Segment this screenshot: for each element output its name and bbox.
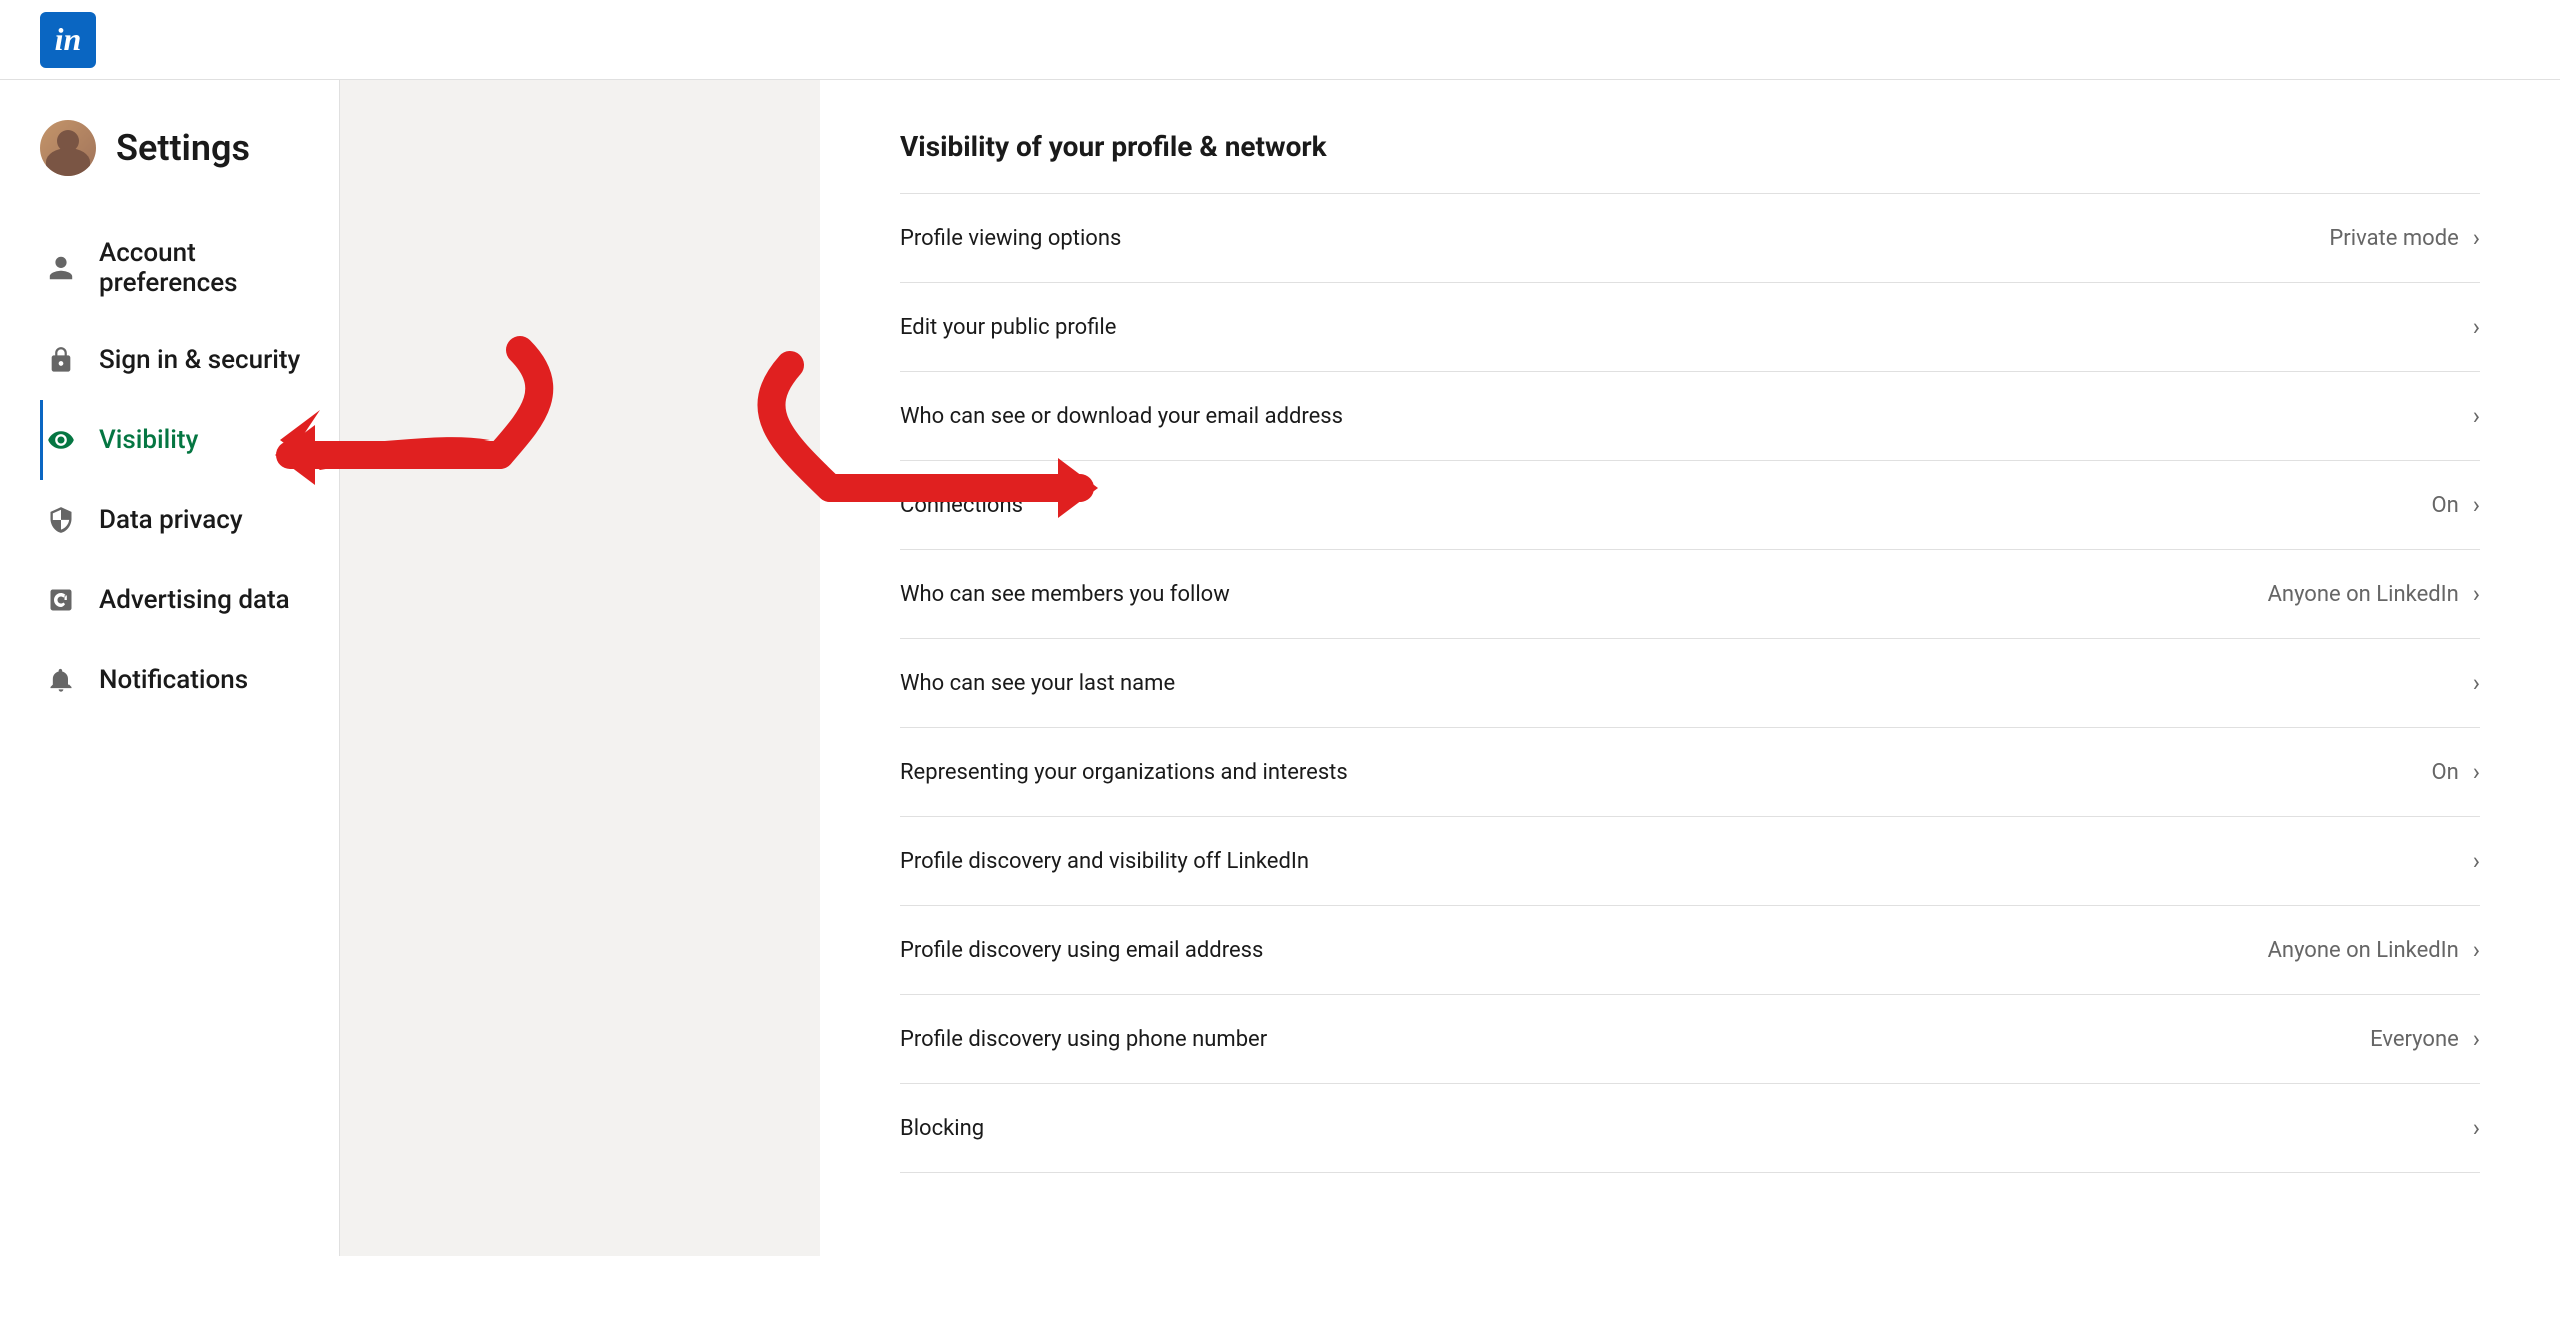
list-item-last-name[interactable]: Who can see your last name › [900, 639, 2480, 728]
item-right: › [2473, 402, 2480, 430]
item-value: On [2431, 493, 2458, 518]
list-item-connections[interactable]: Connections On › [900, 461, 2480, 550]
item-label-container: Profile viewing options [900, 226, 1121, 251]
list-item-profile-discovery-phone[interactable]: Profile discovery using phone number Eve… [900, 995, 2480, 1084]
list-item-edit-public-profile[interactable]: Edit your public profile › [900, 283, 2480, 372]
item-label: Who can see or download your email addre… [900, 404, 1343, 429]
chevron-right-icon: › [2473, 402, 2480, 430]
item-label-container: Representing your organizations and inte… [900, 760, 1348, 785]
sidebar-item-visibility-label: Visibility [99, 425, 198, 455]
item-label-container: Connections [900, 493, 1023, 518]
item-label: Blocking [900, 1116, 984, 1141]
chevron-right-icon: › [2473, 758, 2480, 786]
sidebar-item-notifications-label: Notifications [99, 665, 248, 695]
item-label-container: Who can see or download your email addre… [900, 404, 1343, 429]
sidebar-item-advertising-data[interactable]: Advertising data [40, 560, 339, 640]
bell-icon [43, 662, 79, 698]
item-value: Everyone [2370, 1027, 2459, 1052]
sidebar-item-account-preferences[interactable]: Account preferences [40, 216, 339, 320]
item-value: On [2431, 760, 2458, 785]
main-container: Settings Account preferences [0, 80, 2560, 1256]
header: in [0, 0, 2560, 80]
item-right: › [2473, 847, 2480, 875]
person-icon [43, 250, 79, 286]
item-value: Private mode [2329, 226, 2458, 251]
lock-icon [43, 342, 79, 378]
ad-icon [43, 582, 79, 618]
item-right: › [2473, 1114, 2480, 1142]
sidebar-item-sign-in-security[interactable]: Sign in & security [40, 320, 339, 400]
right-panel: Visibility of your profile & network Pro… [820, 80, 2560, 1256]
item-right: › [2473, 313, 2480, 341]
sidebar-item-account-preferences-label: Account preferences [99, 238, 309, 298]
shield-icon [43, 502, 79, 538]
list-item-members-follow[interactable]: Who can see members you follow Anyone on… [900, 550, 2480, 639]
chevron-right-icon: › [2473, 224, 2480, 252]
sidebar-item-sign-in-security-label: Sign in & security [99, 345, 300, 375]
item-label: Connections [900, 493, 1023, 518]
item-label-container: Who can see members you follow [900, 582, 1230, 607]
item-value: Anyone on LinkedIn [2268, 938, 2459, 963]
item-label: Profile viewing options [900, 226, 1121, 251]
item-label: Edit your public profile [900, 315, 1116, 340]
item-label-container: Profile discovery and visibility off Lin… [900, 849, 1309, 874]
list-item-profile-discovery-off[interactable]: Profile discovery and visibility off Lin… [900, 817, 2480, 906]
sidebar-item-data-privacy[interactable]: Data privacy [40, 480, 339, 560]
item-right: Anyone on LinkedIn › [2268, 936, 2480, 964]
chevron-right-icon: › [2473, 936, 2480, 964]
sidebar-nav: Account preferences Sign in & security [40, 216, 339, 720]
item-right: On › [2431, 491, 2480, 519]
chevron-right-icon: › [2473, 1025, 2480, 1053]
list-item-organizations[interactable]: Representing your organizations and inte… [900, 728, 2480, 817]
chevron-right-icon: › [2473, 669, 2480, 697]
chevron-right-icon: › [2473, 313, 2480, 341]
linkedin-logo[interactable]: in [40, 12, 96, 68]
chevron-right-icon: › [2473, 491, 2480, 519]
sidebar: Settings Account preferences [0, 80, 340, 1256]
item-label: Who can see members you follow [900, 582, 1230, 607]
chevron-right-icon: › [2473, 847, 2480, 875]
item-label-container: Edit your public profile [900, 315, 1116, 340]
item-right: › [2473, 669, 2480, 697]
settings-heading: Settings [116, 127, 250, 169]
item-label: Representing your organizations and inte… [900, 760, 1348, 785]
item-right: Everyone › [2370, 1025, 2480, 1053]
list-item-email-visibility[interactable]: Who can see or download your email addre… [900, 372, 2480, 461]
item-label: Profile discovery using phone number [900, 1027, 1267, 1052]
item-right: Private mode › [2329, 224, 2480, 252]
sidebar-item-advertising-data-label: Advertising data [99, 585, 290, 615]
list-item-profile-discovery-email[interactable]: Profile discovery using email address An… [900, 906, 2480, 995]
item-right: On › [2431, 758, 2480, 786]
settings-list: Profile viewing options Private mode › E… [900, 193, 2480, 1173]
item-label-container: Profile discovery using email address [900, 938, 1263, 963]
list-item-blocking[interactable]: Blocking › [900, 1084, 2480, 1173]
item-label: Profile discovery and visibility off Lin… [900, 849, 1309, 874]
list-item-profile-viewing[interactable]: Profile viewing options Private mode › [900, 193, 2480, 283]
item-value: Anyone on LinkedIn [2268, 582, 2459, 607]
section-title: Visibility of your profile & network [900, 130, 2480, 163]
sidebar-item-visibility[interactable]: Visibility [40, 400, 339, 480]
item-label-container: Blocking [900, 1116, 984, 1141]
eye-icon [43, 422, 79, 458]
middle-panel [340, 80, 820, 1256]
item-label-container: Who can see your last name [900, 671, 1175, 696]
item-label: Profile discovery using email address [900, 938, 1263, 963]
chevron-right-icon: › [2473, 580, 2480, 608]
item-label: Who can see your last name [900, 671, 1175, 696]
item-right: Anyone on LinkedIn › [2268, 580, 2480, 608]
sidebar-item-notifications[interactable]: Notifications [40, 640, 339, 720]
avatar [40, 120, 96, 176]
sidebar-item-data-privacy-label: Data privacy [99, 505, 243, 535]
settings-title-row: Settings [40, 120, 339, 176]
chevron-right-icon: › [2473, 1114, 2480, 1142]
item-label-container: Profile discovery using phone number [900, 1027, 1267, 1052]
